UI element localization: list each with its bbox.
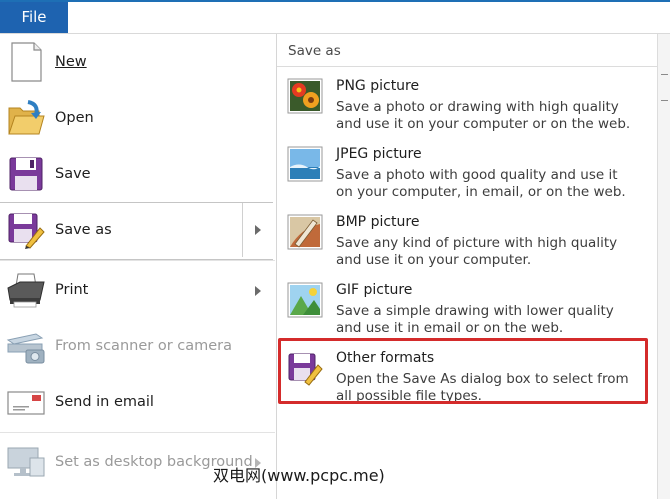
menu-item-save-as[interactable]: Save as <box>0 202 273 260</box>
option-description: Save a photo or drawing with high qualit… <box>336 99 631 132</box>
background-window-edge <box>657 34 670 499</box>
envelope-icon <box>6 382 46 422</box>
scroll-tick <box>661 100 668 101</box>
scroll-tick <box>661 74 668 75</box>
scanner-camera-icon <box>6 326 46 366</box>
panel-title: Save as <box>288 43 341 59</box>
printer-icon <box>6 270 46 310</box>
file-menu: New Open Save Save as Print From scanner… <box>0 34 277 499</box>
menu-item-send-in-email[interactable]: Send in email <box>0 374 275 430</box>
chevron-right-icon <box>255 286 261 296</box>
bmp-paintbrush-icon <box>287 214 323 250</box>
blank-page-icon <box>6 42 46 82</box>
menu-item-new[interactable]: New <box>0 34 275 90</box>
save-as-option-png[interactable]: PNG picture Save a photo or drawing with… <box>277 72 657 138</box>
chevron-right-icon <box>255 225 261 235</box>
ribbon-bar: File <box>0 0 670 34</box>
menu-item-label: From scanner or camera <box>55 338 233 354</box>
floppy-disk-icon <box>6 154 46 194</box>
panel-divider <box>277 66 657 67</box>
option-title: JPEG picture <box>336 146 422 162</box>
option-description: Save any kind of picture with high quali… <box>336 235 618 268</box>
menu-divider <box>0 260 275 261</box>
menu-item-label: Print <box>55 282 89 298</box>
option-title: PNG picture <box>336 78 420 94</box>
title-accent-line <box>0 0 670 2</box>
desktop-monitor-icon <box>6 442 46 482</box>
save-as-panel: Save as PNG picture Save a photo or draw… <box>277 34 657 499</box>
menu-item-save[interactable]: Save <box>0 146 275 202</box>
menu-item-from-scanner: From scanner or camera <box>0 318 275 374</box>
gif-shapes-icon <box>287 282 323 318</box>
png-flower-icon <box>287 78 323 114</box>
jpeg-landscape-icon <box>287 146 323 182</box>
menu-divider <box>0 432 275 433</box>
menu-item-label: New <box>55 54 87 70</box>
file-tab[interactable]: File <box>0 2 68 33</box>
menu-item-print[interactable]: Print <box>0 262 275 318</box>
highlight-box <box>278 338 648 404</box>
menu-item-label: Send in email <box>55 394 154 410</box>
save-as-option-jpeg[interactable]: JPEG picture Save a photo with good qual… <box>277 140 657 206</box>
option-title: GIF picture <box>336 282 413 298</box>
menu-item-label: Open <box>55 110 94 126</box>
save-as-icon <box>6 210 46 250</box>
option-description: Save a photo with good quality and use i… <box>336 167 626 200</box>
open-folder-icon <box>6 98 46 138</box>
menu-item-open[interactable]: Open <box>0 90 275 146</box>
menu-item-label: Save as <box>55 222 112 238</box>
option-description: Save a simple drawing with lower quality… <box>336 303 614 336</box>
save-as-option-gif[interactable]: GIF picture Save a simple drawing with l… <box>277 276 657 342</box>
option-title: BMP picture <box>336 214 420 230</box>
watermark-text: 双电网(www.pcpc.me) <box>213 466 385 485</box>
save-as-option-bmp[interactable]: BMP picture Save any kind of picture wit… <box>277 208 657 274</box>
menu-item-label: Save <box>55 166 91 182</box>
